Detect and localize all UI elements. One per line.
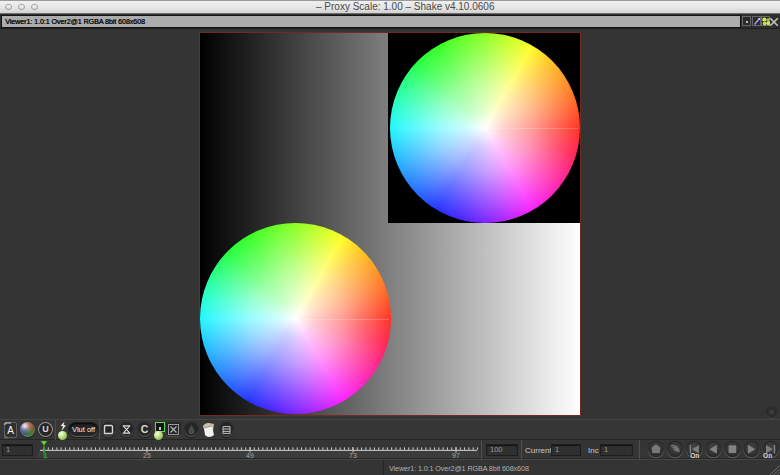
svg-text:On: On [763, 452, 772, 459]
svg-text:25: 25 [143, 452, 151, 459]
svg-text:1: 1 [44, 452, 48, 459]
svg-text:49: 49 [246, 452, 254, 459]
svg-text:On: On [690, 452, 699, 459]
svg-text:73: 73 [349, 452, 357, 459]
svg-text:97: 97 [452, 452, 460, 459]
